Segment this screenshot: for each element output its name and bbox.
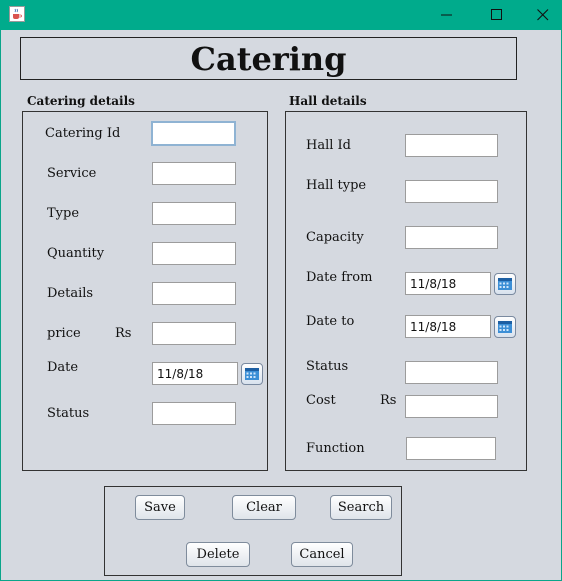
hall-status-field[interactable] <box>405 361 498 384</box>
details-field[interactable] <box>152 282 236 305</box>
cost-currency-label: Rs <box>380 393 397 408</box>
date-label: Date <box>47 360 79 375</box>
date-to-field[interactable] <box>405 315 491 338</box>
type-label: Type <box>47 206 80 221</box>
form-title: Catering <box>190 40 347 78</box>
date-from-field[interactable] <box>405 272 491 295</box>
hall-id-field[interactable] <box>405 134 498 157</box>
price-field[interactable] <box>152 322 236 345</box>
hall-section-label: Hall details <box>289 94 367 108</box>
service-label: Service <box>47 166 97 181</box>
hall-id-label: Hall Id <box>306 138 351 153</box>
hall-type-field[interactable] <box>405 180 498 203</box>
function-label: Function <box>306 441 365 456</box>
date-picker-button[interactable] <box>241 363 263 385</box>
price-currency-label: Rs <box>115 326 132 341</box>
hall-status-label: Status <box>306 359 349 374</box>
details-label: Details <box>47 286 94 301</box>
capacity-label: Capacity <box>306 230 364 245</box>
maximize-icon <box>491 9 502 20</box>
date-from-label: Date from <box>306 270 373 285</box>
quantity-field[interactable] <box>152 242 236 265</box>
date-from-picker-button[interactable] <box>494 273 516 295</box>
catering-id-field[interactable] <box>151 121 236 146</box>
date-to-picker-button[interactable] <box>494 316 516 338</box>
price-label: price <box>47 326 81 341</box>
title-bar[interactable] <box>0 0 562 30</box>
delete-button[interactable]: Delete <box>186 542 250 567</box>
calendar-icon <box>245 368 259 380</box>
hall-type-label: Hall type <box>306 178 367 193</box>
date-field[interactable] <box>152 362 238 385</box>
form-title-box: Catering <box>20 37 517 80</box>
cost-field[interactable] <box>405 395 498 418</box>
clear-button[interactable]: Clear <box>232 495 296 520</box>
app-window: Catering Catering details Catering Id Se… <box>0 0 562 581</box>
minimize-icon <box>441 14 452 16</box>
cost-label: Cost <box>306 393 336 408</box>
service-field[interactable] <box>152 162 236 185</box>
catering-status-field[interactable] <box>152 402 236 425</box>
calendar-icon <box>498 278 512 290</box>
catering-status-label: Status <box>47 406 90 421</box>
save-button[interactable]: Save <box>135 495 185 520</box>
date-to-label: Date to <box>306 314 355 329</box>
type-field[interactable] <box>152 202 236 225</box>
close-button[interactable] <box>520 0 562 30</box>
function-field[interactable] <box>406 437 496 460</box>
java-coffee-icon <box>9 6 25 22</box>
catering-section-label: Catering details <box>27 94 135 108</box>
close-icon <box>537 9 549 21</box>
minimize-button[interactable] <box>424 0 470 30</box>
cancel-button[interactable]: Cancel <box>291 542 353 567</box>
form-area: Catering Catering details Catering Id Se… <box>1 30 561 580</box>
catering-id-label: Catering Id <box>45 126 121 141</box>
quantity-label: Quantity <box>47 246 105 261</box>
capacity-field[interactable] <box>405 226 498 249</box>
calendar-icon <box>498 321 512 333</box>
search-button[interactable]: Search <box>330 495 392 520</box>
maximize-button[interactable] <box>474 0 520 30</box>
